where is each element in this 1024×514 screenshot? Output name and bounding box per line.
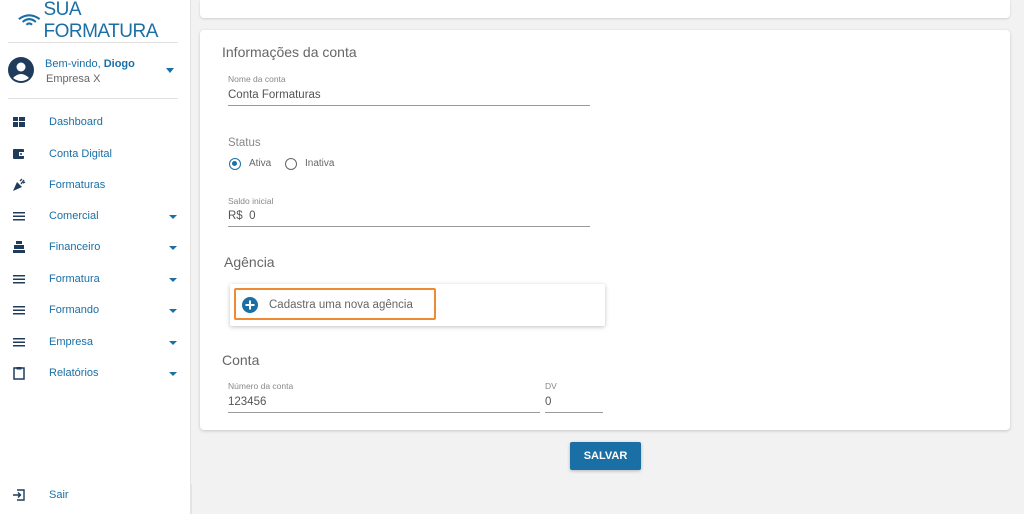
chevron-down-icon[interactable] [166, 68, 174, 73]
initial-balance-underline [228, 226, 590, 227]
sidebar-item-sair[interactable]: Sair [0, 482, 190, 510]
status-label: Status [228, 137, 261, 149]
dashboard-icon [13, 117, 25, 127]
clipboard-icon [13, 367, 25, 380]
account-number-underline [228, 412, 540, 413]
account-number-input[interactable]: 123456 [228, 396, 266, 408]
status-radio-ativa[interactable] [229, 158, 241, 170]
chevron-down-icon [169, 372, 177, 376]
initial-balance-label: Saldo inicial [228, 196, 274, 206]
sidebar-item-label: Dashboard [49, 116, 103, 128]
menu-icon [13, 275, 25, 284]
sidebar-item-label: Formando [49, 304, 100, 316]
wallet-icon [13, 149, 25, 159]
sidebar-item-formaturas[interactable]: Formaturas [0, 172, 190, 200]
chevron-down-icon [169, 215, 177, 219]
save-button[interactable]: SALVAR [570, 442, 641, 470]
sidebar-item-label: Financeiro [49, 241, 101, 253]
welcome-text: Bem-vindo, Diogo [45, 58, 135, 70]
account-form-card: Informações da conta Nome da conta Conta… [200, 30, 1010, 430]
menu-icon [13, 338, 25, 347]
chevron-down-icon [169, 278, 177, 282]
party-popper-icon [13, 178, 26, 191]
section-title-agency: Agência [224, 254, 275, 270]
account-name-input[interactable]: Conta Formaturas [228, 89, 321, 101]
brand-name: SUA FORMATURA [43, 0, 158, 42]
menu-icon [13, 306, 25, 315]
dv-label: DV [545, 381, 557, 391]
sidebar-item-conta-digital[interactable]: Conta Digital [0, 141, 190, 169]
status-option-ativa-label: Ativa [249, 158, 272, 169]
currency-prefix: R$ [228, 210, 243, 222]
sidebar-item-label: Comercial [49, 210, 99, 222]
user-menu[interactable]: Bem-vindo, Diogo Empresa X [0, 52, 190, 92]
account-name-label: Nome da conta [228, 74, 286, 84]
sidebar-item-formatura[interactable]: Formatura [0, 266, 190, 294]
account-name-underline [228, 105, 590, 106]
chevron-down-icon [169, 246, 177, 250]
sidebar-item-label: Relatórios [49, 367, 99, 379]
sidebar-item-label: Sair [49, 489, 69, 501]
sidebar-item-dashboard[interactable]: Dashboard [0, 109, 190, 137]
sidebar: SUA FORMATURA Bem-vindo, Diogo Empresa X… [0, 0, 191, 514]
sidebar-item-empresa[interactable]: Empresa [0, 329, 190, 357]
plus-circle-icon [242, 297, 258, 313]
sidebar-item-label: Formaturas [49, 179, 106, 191]
section-title-conta: Conta [222, 352, 260, 368]
sidebar-edge [190, 484, 192, 514]
user-name: Diogo [103, 58, 135, 70]
new-agency-label: Cadastra uma nova agência [269, 299, 413, 311]
logout-icon [13, 489, 25, 501]
initial-balance-input[interactable]: R$ 0 [228, 210, 256, 222]
status-radio-inativa[interactable] [285, 158, 297, 170]
dv-underline [545, 412, 603, 413]
previous-card [200, 0, 1010, 18]
account-number-label: Número da conta [228, 381, 294, 391]
sidebar-item-formando[interactable]: Formando [0, 297, 190, 325]
sidebar-item-label: Empresa [49, 336, 94, 348]
company-name: Empresa X [46, 73, 101, 85]
sidebar-item-label: Formatura [49, 273, 100, 285]
initial-balance-value: 0 [249, 210, 256, 222]
new-agency-button[interactable]: Cadastra uma nova agência [234, 288, 436, 320]
brand-logo[interactable]: SUA FORMATURA [17, 0, 190, 42]
sidebar-item-label: Conta Digital [49, 148, 112, 160]
agency-selector: Cadastra uma nova agência [230, 284, 605, 326]
avatar [8, 57, 34, 83]
chevron-down-icon [169, 309, 177, 313]
sidebar-item-relatorios[interactable]: Relatórios [0, 360, 190, 388]
menu-icon [13, 212, 25, 221]
wifi-logo-icon [18, 14, 41, 26]
status-option-inativa-label: Inativa [305, 158, 335, 169]
dv-input[interactable]: 0 [545, 396, 551, 408]
sidebar-item-comercial[interactable]: Comercial [0, 203, 190, 231]
section-title-account-info: Informações da conta [222, 44, 357, 60]
cash-register-icon [13, 241, 25, 253]
chevron-down-icon [169, 341, 177, 345]
divider [8, 42, 178, 43]
divider [8, 98, 178, 99]
sidebar-item-financeiro[interactable]: Financeiro [0, 234, 190, 262]
